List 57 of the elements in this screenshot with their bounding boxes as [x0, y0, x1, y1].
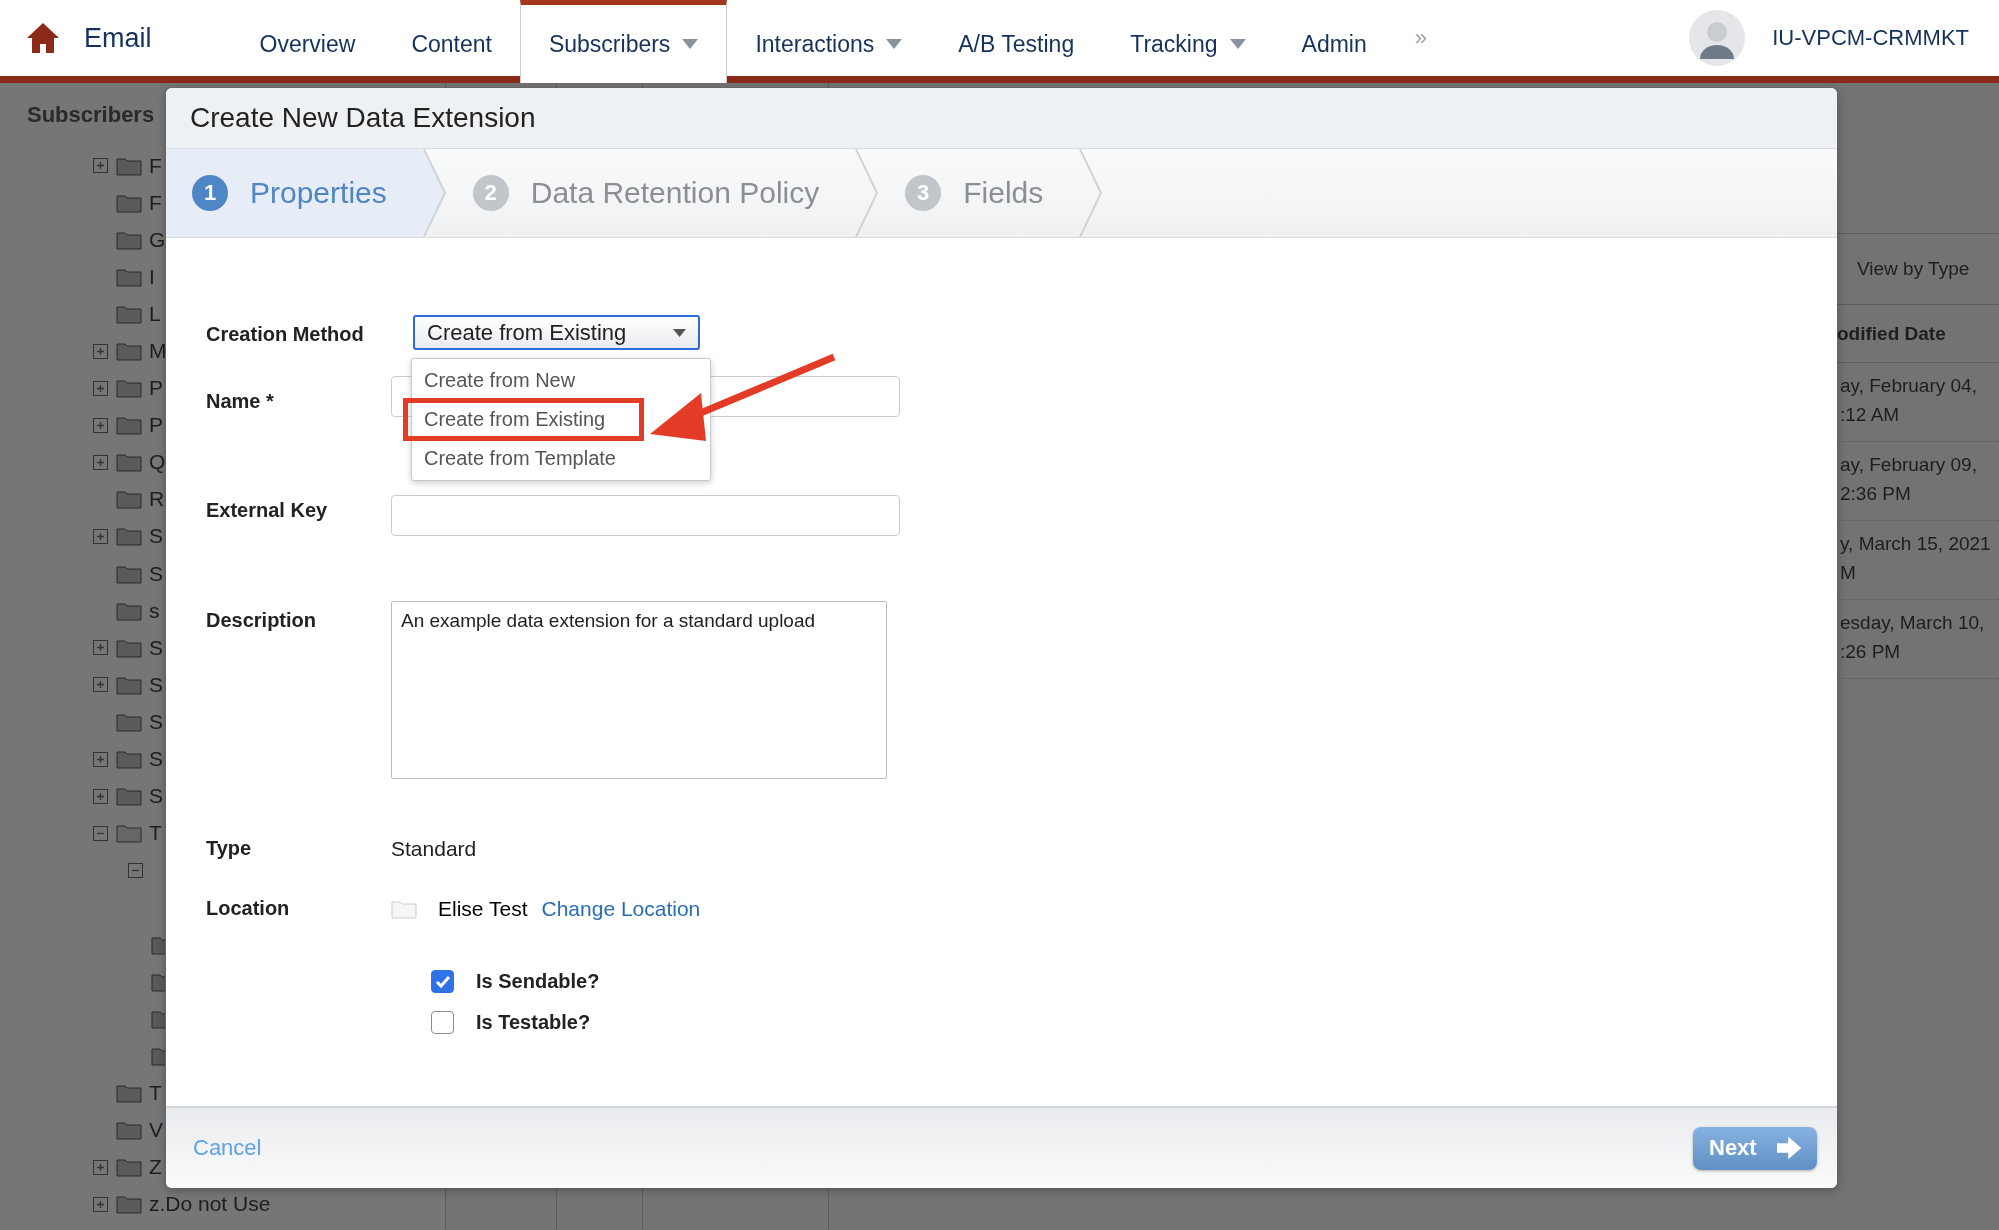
nav-tab[interactable]: Subscribers — [519, 0, 728, 83]
dropdown-option[interactable]: Create from Template — [412, 441, 710, 476]
app-name: Email — [84, 22, 152, 54]
folder-name[interactable]: s — [149, 598, 160, 623]
folder-name[interactable]: S — [149, 524, 163, 549]
folder-name[interactable]: F — [149, 190, 162, 215]
dialog-title: Create New Data Extension — [190, 102, 536, 134]
folder-name[interactable]: V — [149, 1118, 163, 1142]
description-field[interactable]: An example data extension for a standard upload — [391, 601, 887, 779]
folder-name[interactable]: S — [149, 747, 163, 772]
field-label: Type — [206, 837, 253, 860]
type-value: Standard — [391, 837, 477, 861]
account-name[interactable]: IU-VPCM-CRMMKT — [1772, 25, 1969, 51]
folder-name[interactable]: Z — [149, 1155, 162, 1180]
folder-name[interactable]: S — [149, 635, 163, 660]
folder-name[interactable]: I — [149, 264, 155, 289]
folder-name[interactable]: S — [149, 709, 163, 734]
folder-name: Elise Test — [438, 897, 528, 921]
wizard-step[interactable]: 3 Fields — [879, 149, 1104, 237]
nav-tab[interactable]: Content — [383, 0, 520, 83]
folder-name[interactable]: R — [149, 487, 165, 512]
folder-name[interactable]: M — [149, 339, 167, 363]
nav-tab[interactable]: Tracking — [1102, 0, 1274, 83]
field-label: External Key — [206, 499, 329, 522]
nav-tab[interactable]: Interactions — [727, 0, 931, 83]
view-by-type-label: View by Type — [1857, 258, 1970, 280]
checkbox-label: Is Testable? — [476, 1011, 591, 1034]
change-location-link[interactable]: Change Location — [541, 897, 701, 921]
wizard-step[interactable]: 2 Data Retention Policy — [446, 149, 880, 237]
creation-method-select[interactable]: Create from Existing — [413, 315, 700, 350]
field-label: Creation Method — [206, 323, 365, 346]
wizard-step[interactable]: 1 Properties — [166, 149, 447, 237]
folder-name[interactable]: S — [149, 784, 163, 809]
folder-name[interactable]: S — [149, 561, 163, 586]
next-button[interactable]: Next — [1693, 1126, 1817, 1170]
nav-tab[interactable]: Admin — [1273, 0, 1395, 83]
folder-name[interactable]: z.Do not Use — [149, 1192, 271, 1217]
column-header[interactable]: odified Date — [1837, 322, 1946, 345]
folder-name[interactable]: T — [149, 1080, 162, 1105]
nav-tab[interactable]: A/B Testing — [930, 0, 1103, 83]
folder-name[interactable]: P — [149, 376, 163, 401]
checkbox-label: Is Sendable? — [476, 970, 600, 993]
field-label: Name * — [206, 390, 275, 413]
folder-name[interactable]: P — [149, 413, 163, 438]
field-label: Description — [206, 609, 318, 632]
sidebar-title: Subscribers — [27, 102, 155, 128]
folder-name[interactable]: T — [149, 821, 162, 846]
nav-tab[interactable]: Overview — [231, 0, 384, 83]
dropdown-option[interactable]: Create from New — [412, 363, 710, 398]
folder-name[interactable]: L — [149, 301, 161, 326]
folder-name[interactable]: F — [149, 153, 162, 178]
cancel-link[interactable]: Cancel — [193, 1135, 262, 1161]
folder-name[interactable]: S — [149, 672, 163, 697]
folder-name[interactable]: Q — [149, 450, 166, 475]
more-tabs-button[interactable]: » — [1414, 25, 1427, 51]
folder-name[interactable]: G — [149, 227, 166, 252]
field-label: Location — [206, 897, 291, 920]
